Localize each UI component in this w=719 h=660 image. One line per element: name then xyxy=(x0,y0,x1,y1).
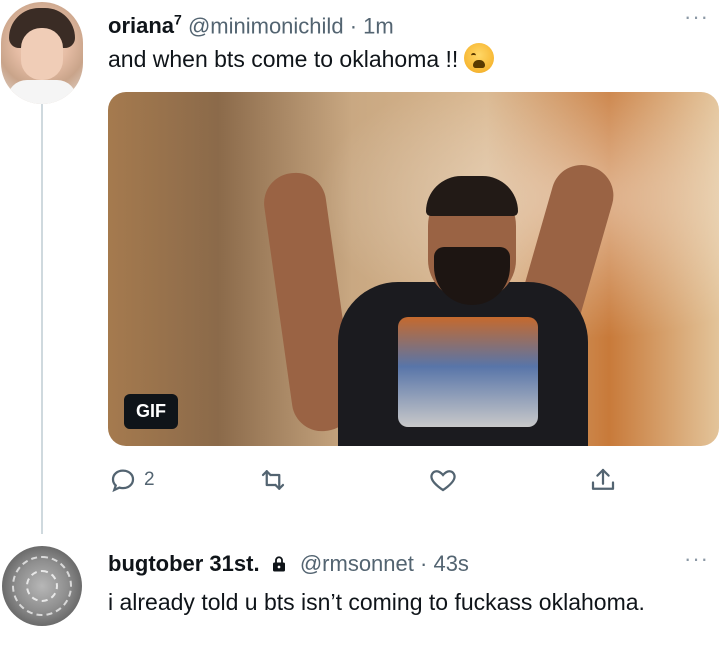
weary-face-icon xyxy=(464,43,495,73)
avatar[interactable] xyxy=(2,546,82,626)
reply-icon xyxy=(111,469,135,493)
tweet-gif-media[interactable]: GIF xyxy=(108,92,719,446)
separator-dot: · xyxy=(349,13,358,39)
avatar-pattern-inner xyxy=(26,570,58,602)
timestamp[interactable]: 1m xyxy=(363,13,394,38)
share-button[interactable] xyxy=(588,462,618,498)
more-options-icon[interactable]: ··· xyxy=(684,546,709,572)
separator-dot: · xyxy=(420,551,428,576)
tweet-header: bugtober 31st. @rmsonnet · 43s xyxy=(108,551,469,577)
tweet-action-bar: 2 xyxy=(108,462,719,498)
reply-count: 2 xyxy=(144,469,155,490)
heart-icon xyxy=(430,470,456,492)
gif-badge: GIF xyxy=(124,394,178,429)
media-shirt-print xyxy=(398,317,538,427)
like-button[interactable] xyxy=(428,462,458,498)
retweet-button[interactable] xyxy=(258,462,288,498)
lock-icon xyxy=(272,556,285,572)
user-handle[interactable]: @minimonichild xyxy=(188,13,344,38)
avatar[interactable] xyxy=(1,2,83,104)
display-name[interactable]: bugtober 31st. xyxy=(108,551,260,576)
timestamp[interactable]: 43s xyxy=(433,551,468,576)
user-handle[interactable]: @rmsonnet xyxy=(300,551,414,576)
more-options-icon[interactable]: ··· xyxy=(684,4,709,30)
tweet-text: i already told u bts isn’t coming to fuc… xyxy=(108,589,645,615)
avatar-face xyxy=(21,28,63,80)
share-icon xyxy=(591,468,615,490)
display-name[interactable]: oriana7 xyxy=(108,12,182,38)
retweet-icon xyxy=(261,470,285,490)
avatar-shirt xyxy=(7,80,77,104)
thread-connector-line xyxy=(41,104,43,534)
tweet-header: oriana7 @minimonichild · 1m xyxy=(108,7,394,39)
tweet-text: and when bts come to oklahoma !! xyxy=(108,43,495,75)
reply-button[interactable]: 2 xyxy=(108,462,155,498)
